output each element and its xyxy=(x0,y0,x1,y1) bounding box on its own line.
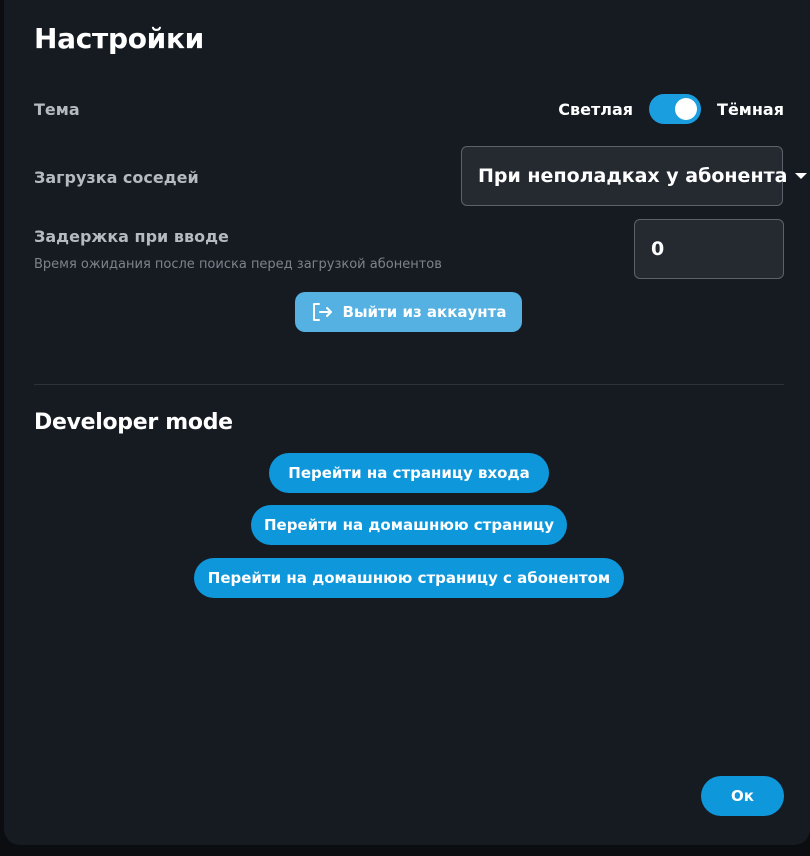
input-delay-field[interactable] xyxy=(634,219,784,279)
neighbors-select-value: При неполадках у абонента xyxy=(478,165,788,187)
toggle-knob xyxy=(675,98,698,120)
ok-button[interactable]: Ок xyxy=(701,776,784,816)
developer-mode-title: Developer mode xyxy=(34,410,233,435)
neighbors-label: Загрузка соседей xyxy=(34,168,199,187)
neighbors-select[interactable]: При неполадках у абонента xyxy=(461,146,808,206)
theme-label: Тема xyxy=(34,100,80,119)
goto-home-with-subscriber-button[interactable]: Перейти на домашнюю страницу с абонентом xyxy=(194,558,624,598)
caret-down-icon xyxy=(795,173,808,179)
logout-icon xyxy=(311,302,333,322)
goto-home-button[interactable]: Перейти на домашнюю страницу xyxy=(251,505,567,545)
dialog-title: Настройки xyxy=(34,22,204,55)
settings-dialog: Настройки Тема Светлая Тёмная Загрузка с… xyxy=(4,0,810,845)
goto-login-button[interactable]: Перейти на страницу входа xyxy=(269,453,549,493)
input-delay-description: Время ожидания после поиска перед загруз… xyxy=(34,257,442,272)
logout-button[interactable]: Выйти из аккаунта xyxy=(295,292,522,332)
theme-toggle[interactable] xyxy=(649,94,702,124)
theme-dark-label[interactable]: Тёмная xyxy=(717,100,784,119)
theme-light-label[interactable]: Светлая xyxy=(558,100,633,119)
input-delay-label: Задержка при вводе xyxy=(34,227,229,246)
theme-switcher: Светлая Тёмная xyxy=(558,92,784,126)
logout-label: Выйти из аккаунта xyxy=(342,303,507,321)
section-divider xyxy=(34,384,784,385)
